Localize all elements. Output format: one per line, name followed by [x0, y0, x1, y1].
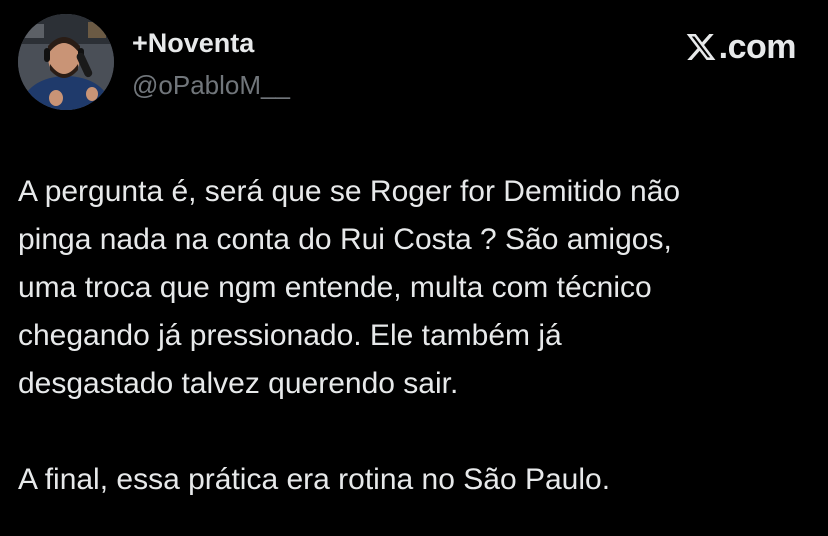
brand-text: .com [718, 28, 797, 66]
tweet-paragraph: A pergunta é, será que se Roger for Demi… [18, 175, 681, 400]
display-name[interactable]: +Noventa [132, 28, 254, 59]
x-com-brand: .com [685, 28, 797, 66]
avatar[interactable] [18, 14, 114, 110]
tweet-text: A pergunta é, será que se Roger for Demi… [18, 168, 818, 504]
tweet-paragraph: A final, essa prática era rotina no São … [18, 463, 611, 496]
x-logo-icon [686, 34, 716, 60]
person-with-microphone-avatar-icon [18, 14, 114, 110]
handle[interactable]: @oPabloM__ [132, 70, 290, 101]
